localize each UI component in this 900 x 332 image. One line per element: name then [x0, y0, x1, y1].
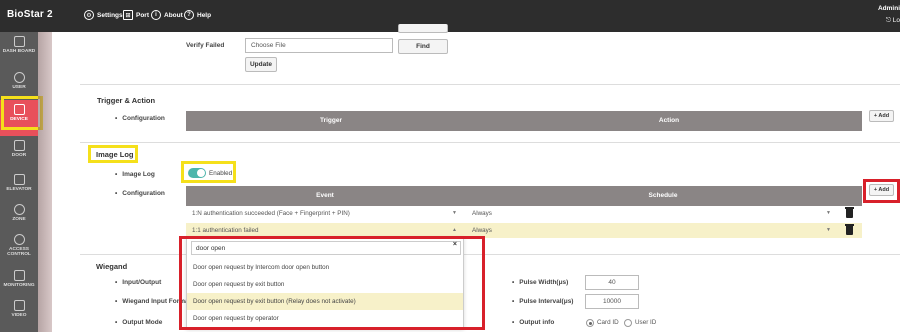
pulse-width-input[interactable]: 40	[585, 275, 639, 290]
schedule-cell[interactable]: Always	[472, 210, 492, 217]
image-log-configuration-label: Configuration	[115, 190, 165, 197]
card-id-label: Card ID	[597, 319, 619, 326]
sidebar-item-dashboard[interactable]: DASH BOARD	[0, 32, 38, 68]
network-icon: ⊞	[123, 10, 133, 20]
pulse-interval-input[interactable]: 10000	[585, 294, 639, 309]
sidebar-item-label: MONITORING	[3, 283, 35, 288]
event-column-header: Event	[186, 186, 464, 206]
sidebar-item-access-control[interactable]: ACCESS CONTROL	[0, 230, 38, 266]
user-id-label: User ID	[635, 319, 657, 326]
elevator-icon	[13, 174, 25, 185]
input-output-label: Input/Output	[115, 279, 161, 286]
sidebar-item-video[interactable]: VIDEO	[0, 296, 38, 332]
event-dropdown-icon[interactable]: ▲	[452, 227, 457, 233]
section-divider	[80, 142, 900, 143]
door-icon	[13, 140, 25, 151]
trash-icon[interactable]	[845, 224, 854, 235]
logout-link[interactable]: ⎋ Lo	[886, 17, 900, 25]
help-icon: ?	[184, 10, 194, 20]
settings-menu[interactable]: ⚙ Settings	[84, 10, 123, 20]
schedule-dropdown-icon[interactable]: ▼	[826, 210, 831, 216]
pulse-interval-label: Pulse Interval(μs)	[512, 298, 573, 305]
admin-user[interactable]: Admini	[878, 5, 900, 12]
device-highlight-box	[1, 96, 43, 130]
monitoring-icon	[13, 270, 25, 281]
output-info-label: Output info	[512, 319, 554, 326]
help-label: Help	[197, 11, 212, 19]
sidebar: DASH BOARD USER DEVICE DOOR ELEVATOR ZON…	[0, 32, 38, 332]
trigger-add-button[interactable]: + Add	[869, 110, 894, 122]
verify-failed-label: Verify Failed	[186, 42, 225, 49]
event-cell[interactable]: 1:1 authentication failed	[192, 227, 259, 234]
gear-icon: ⚙	[84, 10, 94, 20]
update-button[interactable]: Update	[245, 57, 277, 72]
output-mode-label: Output Mode	[115, 319, 162, 326]
left-gutter	[38, 32, 52, 332]
sidebar-item-label: ACCESS CONTROL	[7, 247, 31, 257]
trash-icon[interactable]	[845, 207, 854, 218]
card-id-radio[interactable]	[586, 319, 594, 327]
schedule-column-header: Schedule	[464, 186, 862, 206]
user-id-radio[interactable]	[624, 319, 632, 327]
trigger-section-title: Trigger & Action	[97, 96, 156, 105]
brand-logo[interactable]: BioStar 2	[7, 9, 53, 20]
help-menu[interactable]: ? Help	[184, 10, 211, 20]
dropdown-highlight	[179, 236, 485, 330]
add-button-highlight	[863, 179, 900, 203]
video-icon	[13, 300, 25, 311]
settings-label: Settings	[97, 11, 123, 19]
sidebar-item-label: VIDEO	[11, 313, 27, 318]
trigger-column-header: Trigger	[186, 111, 476, 131]
about-menu[interactable]: i About	[151, 10, 183, 20]
dashboard-icon	[13, 36, 25, 47]
file-input[interactable]: Choose File	[245, 38, 393, 53]
sidebar-item-label: USER	[12, 85, 26, 90]
sidebar-item-label: ZONE	[12, 217, 26, 222]
info-icon: i	[151, 10, 161, 20]
event-dropdown-icon[interactable]: ▼	[452, 210, 457, 216]
trigger-configuration-label: Configuration	[115, 115, 165, 122]
schedule-cell[interactable]: Always	[472, 227, 492, 234]
sidebar-item-label: DOOR	[11, 153, 27, 158]
toggle-highlight	[181, 161, 236, 183]
event-cell[interactable]: 1:N authentication succeeded (Face + Fin…	[192, 210, 350, 217]
top-bar: BioStar 2 ⚙ Settings ⊞ Port i About ? He…	[0, 0, 900, 32]
about-label: About	[164, 11, 183, 19]
image-log-title-highlight	[88, 145, 138, 163]
image-log-label: Image Log	[115, 171, 155, 178]
action-column-header: Action	[476, 111, 862, 131]
pulse-width-label: Pulse Width(μs)	[512, 279, 568, 286]
upper-button-edge	[398, 24, 448, 33]
logout-icon: ⎋	[885, 17, 893, 24]
port-menu[interactable]: ⊞ Port	[123, 10, 149, 20]
sidebar-item-label: ELEVATOR	[6, 187, 32, 192]
access-control-icon	[13, 234, 25, 245]
zone-icon	[13, 204, 25, 215]
schedule-dropdown-icon[interactable]: ▼	[826, 227, 831, 233]
logout-label: Lo	[892, 17, 900, 24]
table-row[interactable]: 1:N authentication succeeded (Face + Fin…	[186, 206, 862, 221]
sidebar-item-door[interactable]: DOOR	[0, 136, 38, 172]
find-button[interactable]: Find	[398, 39, 448, 54]
user-icon	[13, 72, 25, 83]
sidebar-item-label: DASH BOARD	[2, 49, 36, 54]
section-divider	[80, 84, 900, 85]
wiegand-section-title: Wiegand	[96, 262, 128, 271]
port-label: Port	[136, 11, 149, 19]
